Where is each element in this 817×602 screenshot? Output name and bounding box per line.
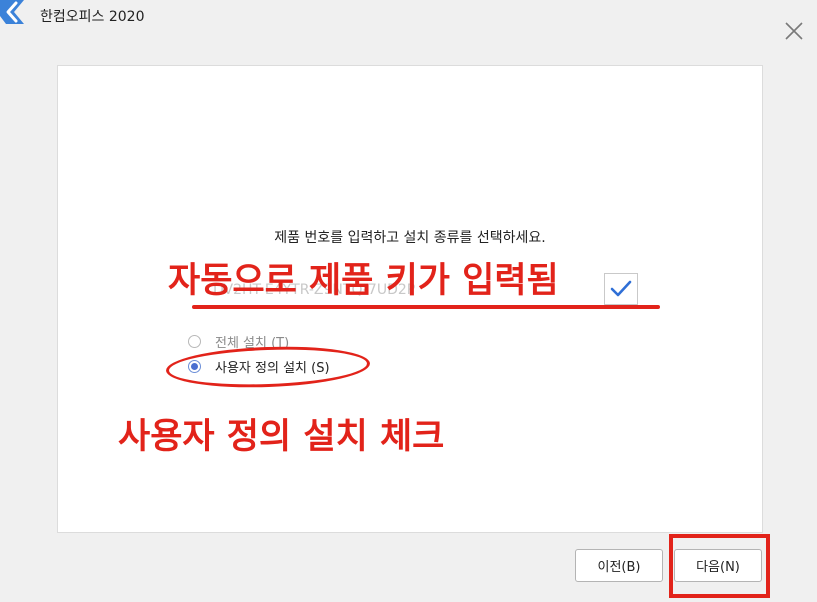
window-title: 한컴오피스 2020 (40, 9, 145, 25)
hancom-office-logo-icon (0, 0, 28, 28)
annotation-next-highlight (669, 534, 770, 598)
instruction-text: 제품 번호를 입력하고 설치 종류를 선택하세요. (274, 230, 546, 246)
checkmark-icon (610, 280, 632, 297)
previous-button[interactable]: 이전(B) (575, 549, 663, 582)
annotation-underline (192, 305, 660, 309)
full-install-radio[interactable] (188, 334, 201, 348)
annotation-auto-key: 자동으로 제품 키가 입력됨 (168, 261, 559, 301)
title-bar: 한컴오피스 2020 (0, 0, 817, 40)
close-icon (785, 22, 803, 40)
annotation-custom-install: 사용자 정의 설치 체크 (118, 417, 445, 457)
close-button[interactable] (780, 17, 808, 45)
verify-key-button[interactable] (604, 273, 638, 305)
